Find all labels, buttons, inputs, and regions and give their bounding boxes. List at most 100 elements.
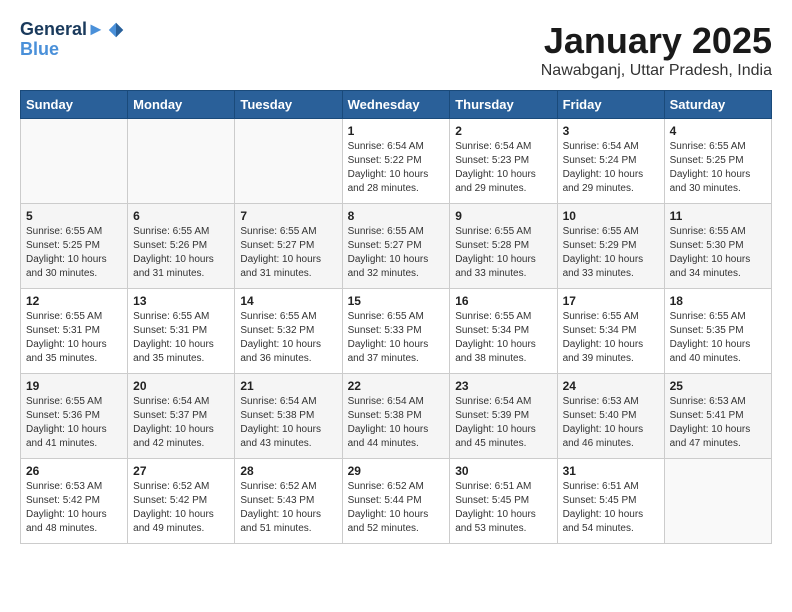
calendar-cell: 9 Sunrise: 6:55 AM Sunset: 5:28 PM Daylig…	[450, 204, 557, 289]
day-number: 27	[133, 464, 229, 478]
logo-text: General►	[20, 20, 105, 40]
calendar-cell: 15 Sunrise: 6:55 AM Sunset: 5:33 PM Dayli…	[342, 289, 450, 374]
day-number: 1	[348, 124, 445, 138]
day-info: Sunrise: 6:55 AM Sunset: 5:29 PM Dayligh…	[563, 225, 659, 281]
calendar-week-row: 1 Sunrise: 6:54 AM Sunset: 5:22 PM Daylig…	[21, 119, 772, 204]
day-number: 10	[563, 209, 659, 223]
day-info: Sunrise: 6:54 AM Sunset: 5:37 PM Dayligh…	[133, 395, 229, 451]
day-number: 30	[455, 464, 551, 478]
calendar-cell: 13Sunrise: 6:55 AM Sunset: 5:31 PM Dayli…	[128, 289, 235, 374]
calendar-cell: 18Sunrise: 6:55 AM Sunset: 5:35 PM Dayli…	[664, 289, 771, 374]
page-header: General► Blue January 2025 Nawabganj, Ut…	[20, 20, 772, 80]
calendar-cell	[664, 459, 771, 544]
calendar-table: SundayMondayTuesdayWednesdayThursdayFrid…	[20, 90, 772, 544]
calendar-cell: 27 Sunrise: 6:52 AM Sunset: 5:42 PM Dayli…	[128, 459, 235, 544]
day-number: 22	[348, 379, 445, 393]
day-number: 9	[455, 209, 551, 223]
weekday-header: Monday	[128, 91, 235, 119]
calendar-cell: 16 Sunrise: 6:55 AM Sunset: 5:34 PM Dayli…	[450, 289, 557, 374]
day-info: Sunrise: 6:54 AM Sunset: 5:24 PM Dayligh…	[563, 140, 659, 196]
calendar-cell: 29 Sunrise: 6:52 AM Sunset: 5:44 PM Dayli…	[342, 459, 450, 544]
day-number: 19	[26, 379, 122, 393]
day-number: 13	[133, 294, 229, 308]
calendar-header-row: SundayMondayTuesdayWednesdayThursdayFrid…	[21, 91, 772, 119]
day-number: 20	[133, 379, 229, 393]
day-info: Sunrise: 6:55 AM Sunset: 5:32 PM Dayligh…	[240, 310, 336, 366]
day-info: Sunrise: 6:52 AM Sunset: 5:43 PM Dayligh…	[240, 480, 336, 536]
day-number: 8	[348, 209, 445, 223]
day-number: 2	[455, 124, 551, 138]
month-title: January 2025	[541, 20, 772, 62]
calendar-cell: 21 Sunrise: 6:54 AM Sunset: 5:38 PM Dayli…	[235, 374, 342, 459]
day-info: Sunrise: 6:54 AM Sunset: 5:22 PM Dayligh…	[348, 140, 445, 196]
day-info: Sunrise: 6:54 AM Sunset: 5:38 PM Dayligh…	[348, 395, 445, 451]
day-number: 28	[240, 464, 336, 478]
day-info: Sunrise: 6:55 AM Sunset: 5:25 PM Dayligh…	[670, 140, 766, 196]
calendar-cell	[128, 119, 235, 204]
calendar-cell: 24 Sunrise: 6:53 AM Sunset: 5:40 PM Dayli…	[557, 374, 664, 459]
logo-icon	[107, 21, 125, 39]
weekday-header: Wednesday	[342, 91, 450, 119]
day-info: Sunrise: 6:53 AM Sunset: 5:42 PM Dayligh…	[26, 480, 122, 536]
day-number: 7	[240, 209, 336, 223]
calendar-week-row: 12 Sunrise: 6:55 AM Sunset: 5:31 PM Dayli…	[21, 289, 772, 374]
calendar-cell: 30 Sunrise: 6:51 AM Sunset: 5:45 PM Dayli…	[450, 459, 557, 544]
day-number: 25	[670, 379, 766, 393]
calendar-cell: 1 Sunrise: 6:54 AM Sunset: 5:22 PM Daylig…	[342, 119, 450, 204]
day-info: Sunrise: 6:55 AM Sunset: 5:25 PM Dayligh…	[26, 225, 122, 281]
calendar-week-row: 19Sunrise: 6:55 AM Sunset: 5:36 PM Dayli…	[21, 374, 772, 459]
day-info: Sunrise: 6:54 AM Sunset: 5:38 PM Dayligh…	[240, 395, 336, 451]
weekday-header: Friday	[557, 91, 664, 119]
day-info: Sunrise: 6:55 AM Sunset: 5:28 PM Dayligh…	[455, 225, 551, 281]
calendar-cell	[235, 119, 342, 204]
day-info: Sunrise: 6:55 AM Sunset: 5:33 PM Dayligh…	[348, 310, 445, 366]
day-number: 16	[455, 294, 551, 308]
calendar-cell: 8Sunrise: 6:55 AM Sunset: 5:27 PM Daylig…	[342, 204, 450, 289]
calendar-cell: 4 Sunrise: 6:55 AM Sunset: 5:25 PM Daylig…	[664, 119, 771, 204]
calendar-cell: 3 Sunrise: 6:54 AM Sunset: 5:24 PM Daylig…	[557, 119, 664, 204]
day-info: Sunrise: 6:55 AM Sunset: 5:31 PM Dayligh…	[26, 310, 122, 366]
title-block: January 2025 Nawabganj, Uttar Pradesh, I…	[541, 20, 772, 80]
day-info: Sunrise: 6:53 AM Sunset: 5:40 PM Dayligh…	[563, 395, 659, 451]
logo: General► Blue	[20, 20, 125, 60]
day-info: Sunrise: 6:52 AM Sunset: 5:44 PM Dayligh…	[348, 480, 445, 536]
day-info: Sunrise: 6:53 AM Sunset: 5:41 PM Dayligh…	[670, 395, 766, 451]
calendar-cell: 23Sunrise: 6:54 AM Sunset: 5:39 PM Dayli…	[450, 374, 557, 459]
day-number: 24	[563, 379, 659, 393]
day-info: Sunrise: 6:52 AM Sunset: 5:42 PM Dayligh…	[133, 480, 229, 536]
day-info: Sunrise: 6:54 AM Sunset: 5:23 PM Dayligh…	[455, 140, 551, 196]
calendar-cell: 19Sunrise: 6:55 AM Sunset: 5:36 PM Dayli…	[21, 374, 128, 459]
calendar-week-row: 26 Sunrise: 6:53 AM Sunset: 5:42 PM Dayli…	[21, 459, 772, 544]
day-info: Sunrise: 6:51 AM Sunset: 5:45 PM Dayligh…	[563, 480, 659, 536]
logo-blue: Blue	[20, 40, 125, 60]
day-info: Sunrise: 6:51 AM Sunset: 5:45 PM Dayligh…	[455, 480, 551, 536]
day-number: 4	[670, 124, 766, 138]
day-info: Sunrise: 6:55 AM Sunset: 5:34 PM Dayligh…	[455, 310, 551, 366]
day-number: 18	[670, 294, 766, 308]
day-number: 31	[563, 464, 659, 478]
day-number: 17	[563, 294, 659, 308]
weekday-header: Sunday	[21, 91, 128, 119]
calendar-cell: 5Sunrise: 6:55 AM Sunset: 5:25 PM Daylig…	[21, 204, 128, 289]
calendar-cell: 12 Sunrise: 6:55 AM Sunset: 5:31 PM Dayli…	[21, 289, 128, 374]
calendar-cell: 7 Sunrise: 6:55 AM Sunset: 5:27 PM Daylig…	[235, 204, 342, 289]
day-number: 6	[133, 209, 229, 223]
day-info: Sunrise: 6:54 AM Sunset: 5:39 PM Dayligh…	[455, 395, 551, 451]
location: Nawabganj, Uttar Pradesh, India	[541, 62, 772, 80]
calendar-cell: 28 Sunrise: 6:52 AM Sunset: 5:43 PM Dayli…	[235, 459, 342, 544]
calendar-cell: 26 Sunrise: 6:53 AM Sunset: 5:42 PM Dayli…	[21, 459, 128, 544]
calendar-cell: 14Sunrise: 6:55 AM Sunset: 5:32 PM Dayli…	[235, 289, 342, 374]
calendar-cell: 6Sunrise: 6:55 AM Sunset: 5:26 PM Daylig…	[128, 204, 235, 289]
day-number: 3	[563, 124, 659, 138]
calendar-cell: 31 Sunrise: 6:51 AM Sunset: 5:45 PM Dayli…	[557, 459, 664, 544]
day-number: 12	[26, 294, 122, 308]
day-info: Sunrise: 6:55 AM Sunset: 5:27 PM Dayligh…	[240, 225, 336, 281]
day-number: 26	[26, 464, 122, 478]
calendar-cell: 25 Sunrise: 6:53 AM Sunset: 5:41 PM Dayli…	[664, 374, 771, 459]
day-number: 29	[348, 464, 445, 478]
day-number: 15	[348, 294, 445, 308]
calendar-cell	[21, 119, 128, 204]
day-info: Sunrise: 6:55 AM Sunset: 5:34 PM Dayligh…	[563, 310, 659, 366]
weekday-header: Saturday	[664, 91, 771, 119]
day-number: 21	[240, 379, 336, 393]
